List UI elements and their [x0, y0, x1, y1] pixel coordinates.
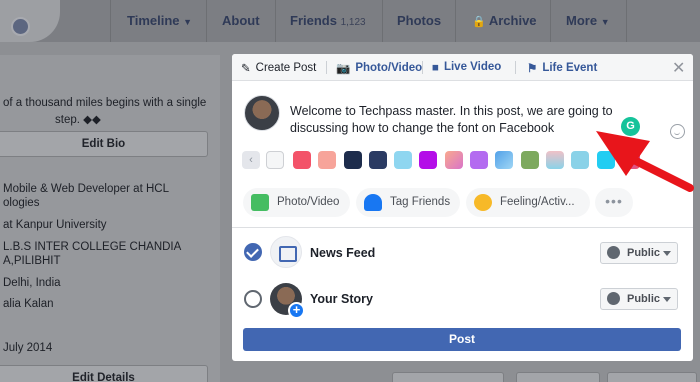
color-swatch[interactable] — [597, 151, 615, 169]
color-swatch[interactable] — [495, 151, 513, 169]
nav-more[interactable]: More ▼ — [566, 13, 610, 28]
flag-icon: ⚑ — [527, 63, 538, 75]
globe-icon — [607, 246, 620, 259]
emoji-icon[interactable] — [670, 124, 685, 139]
tab-divider — [326, 61, 327, 74]
chevron-down-icon: ▼ — [600, 17, 610, 27]
globe-icon — [607, 292, 620, 305]
edit-bio-button[interactable]: Edit Bio — [0, 131, 208, 157]
profile-nav-bar: Timeline ▼ About Friends 1,123 Photos 🔒 … — [0, 0, 700, 42]
news-feed-label: News Feed — [310, 246, 376, 260]
tab-photo-video[interactable]: 📷 Photo/Video — [336, 61, 422, 75]
video-camera-icon: ■ — [432, 62, 439, 74]
avatar — [244, 95, 280, 131]
intro-item: ologies — [3, 197, 40, 209]
chevron-left-icon[interactable]: ‹ — [242, 151, 260, 169]
plus-icon: + — [288, 302, 305, 319]
color-swatch[interactable] — [318, 151, 336, 169]
tab-live-video[interactable]: ■ Live Video — [432, 61, 501, 74]
color-swatch[interactable] — [344, 151, 362, 169]
tab-create-post[interactable]: ✎ Create Post — [241, 61, 316, 75]
color-swatch[interactable] — [394, 151, 412, 169]
intro-item: Delhi, India — [3, 277, 61, 289]
nav-divider — [206, 0, 207, 42]
color-swatch[interactable] — [546, 151, 564, 169]
pencil-icon: ✎ — [241, 63, 251, 75]
more-options-button[interactable]: ••• — [595, 188, 633, 217]
friends-count: 1,123 — [340, 17, 366, 28]
divider — [232, 227, 693, 228]
nav-divider — [550, 0, 551, 42]
color-swatch[interactable] — [521, 151, 539, 169]
color-swatch[interactable] — [266, 151, 284, 169]
bio-text: step. ◆◆ — [55, 114, 101, 126]
color-swatch[interactable] — [622, 151, 640, 169]
create-post-dialog: ✎ Create Post 📷 Photo/Video ■ Live Video ⚑ L… — [232, 54, 693, 361]
intro-item: Mobile & Web Developer at HCL — [3, 183, 169, 195]
nav-about[interactable]: About — [222, 13, 260, 28]
news-feed-privacy-select[interactable]: Public — [600, 242, 678, 264]
grammarly-icon[interactable]: G — [621, 117, 640, 136]
post-button[interactable]: Post — [243, 328, 681, 351]
profile-badge-icon — [11, 17, 30, 36]
photo-icon — [251, 194, 269, 211]
composer-tabs: ✎ Create Post 📷 Photo/Video ■ Live Video ⚑ L… — [232, 54, 693, 81]
photo-video-button[interactable]: Photo/Video — [243, 188, 350, 217]
grid-view-button[interactable] — [607, 372, 697, 382]
caret-down-icon — [663, 297, 671, 302]
nav-divider — [626, 0, 627, 42]
nav-friends[interactable]: Friends 1,123 — [290, 13, 366, 28]
tab-divider — [515, 61, 516, 74]
intro-item: alia Kalan — [3, 298, 54, 310]
nav-archive[interactable]: 🔒 Archive — [472, 13, 537, 28]
intro-item: July 2014 — [3, 342, 53, 354]
your-story-label: Your Story — [310, 292, 373, 306]
tag-friends-icon — [364, 194, 382, 211]
manage-posts-button[interactable] — [392, 372, 504, 382]
lock-icon: 🔒 — [472, 16, 486, 28]
tab-life-event[interactable]: ⚑ Life Event — [527, 61, 597, 75]
bio-text: of a thousand miles begins with a single — [3, 97, 207, 109]
color-swatch[interactable] — [470, 151, 488, 169]
color-swatch[interactable] — [419, 151, 437, 169]
news-feed-checkbox[interactable] — [244, 243, 262, 261]
feeling-activity-button[interactable]: Feeling/Activ... — [466, 188, 590, 217]
edit-details-button[interactable]: Edit Details — [0, 365, 208, 382]
color-swatch[interactable] — [571, 151, 589, 169]
list-view-button[interactable] — [516, 372, 600, 382]
intro-item: at Kanpur University — [3, 219, 107, 231]
caret-down-icon — [663, 251, 671, 256]
intro-card: of a thousand miles begins with a single… — [0, 55, 220, 382]
smiley-icon — [474, 194, 492, 211]
close-icon[interactable]: ✕ — [672, 58, 685, 78]
nav-divider — [382, 0, 383, 42]
nav-divider — [455, 0, 456, 42]
your-story-privacy-select[interactable]: Public — [600, 288, 678, 310]
color-swatch[interactable] — [369, 151, 387, 169]
nav-photos[interactable]: Photos — [397, 13, 441, 28]
tab-divider — [422, 61, 423, 74]
color-swatch[interactable] — [293, 151, 311, 169]
intro-item: L.B.S INTER COLLEGE CHANDIA — [3, 241, 182, 253]
intro-item: A,PILIBHIT — [3, 255, 61, 267]
post-text-input[interactable]: Welcome to Techpass master. In this post… — [290, 103, 630, 137]
profile-picture — [0, 0, 60, 42]
color-swatch[interactable] — [445, 151, 463, 169]
camera-icon: 📷 — [336, 63, 351, 75]
tag-friends-button[interactable]: Tag Friends — [356, 188, 460, 217]
news-feed-icon — [270, 236, 302, 268]
nav-timeline[interactable]: Timeline ▼ — [127, 13, 192, 28]
your-story-checkbox[interactable] — [244, 290, 262, 308]
nav-divider — [275, 0, 276, 42]
chevron-down-icon: ▼ — [183, 17, 193, 27]
nav-divider — [110, 0, 111, 42]
